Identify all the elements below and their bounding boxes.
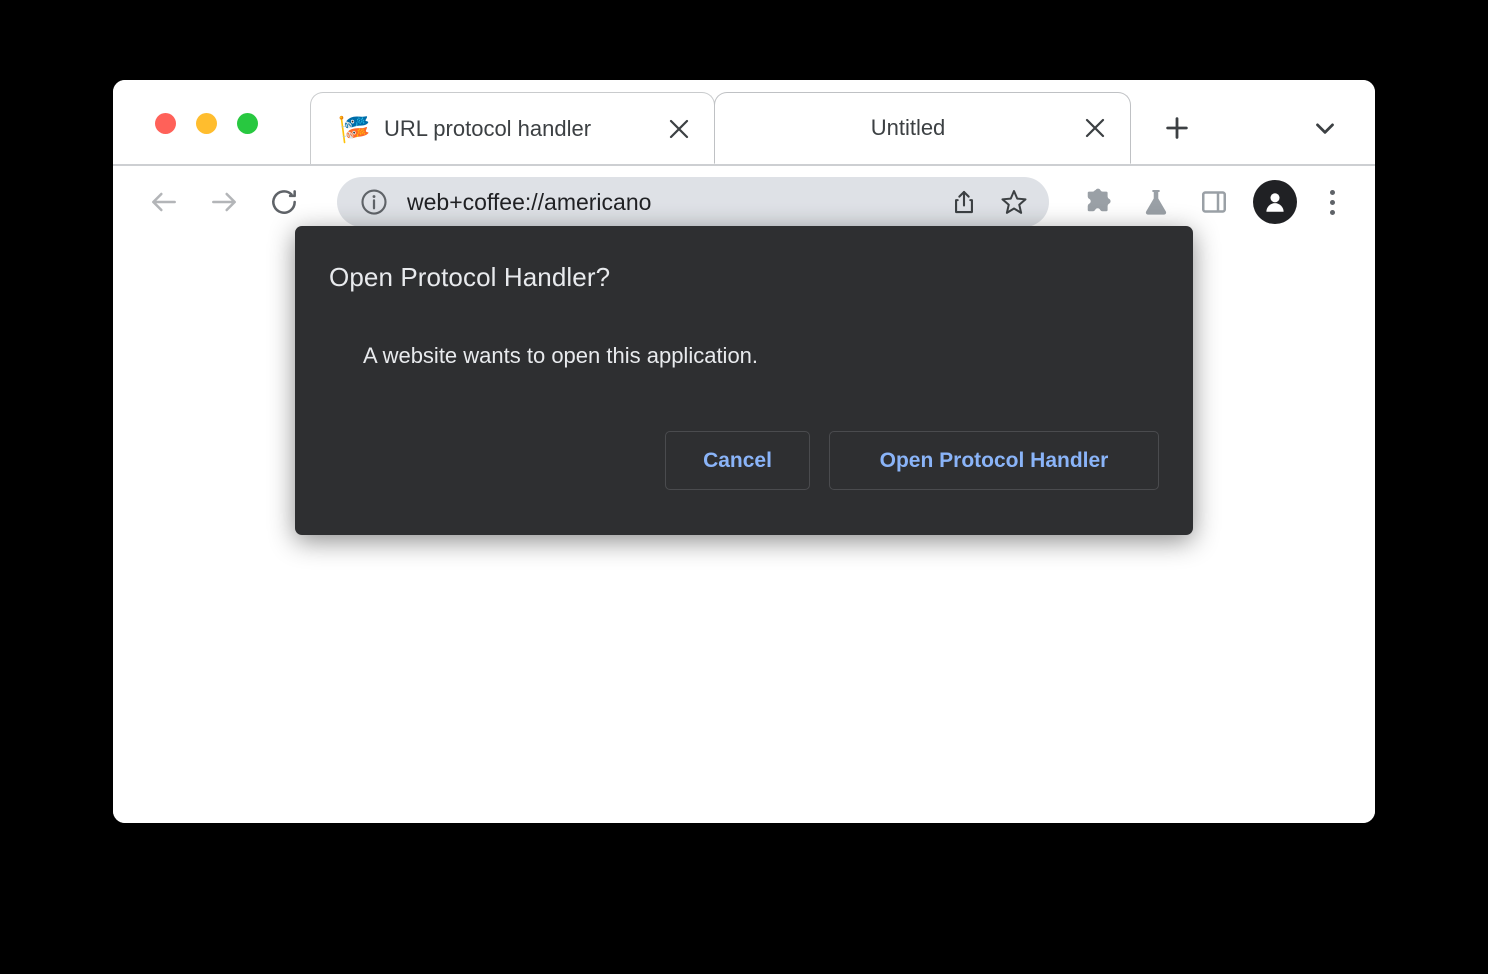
close-icon bbox=[1085, 118, 1105, 138]
close-tab-button[interactable] bbox=[658, 108, 700, 150]
back-button[interactable] bbox=[139, 177, 189, 227]
window-controls bbox=[155, 113, 258, 134]
tab-url-protocol-handler[interactable]: 🎏 URL protocol handler bbox=[310, 92, 715, 164]
address-bar[interactable]: web+coffee://americano bbox=[337, 177, 1049, 227]
reload-icon bbox=[272, 190, 296, 214]
close-tab-button[interactable] bbox=[1074, 107, 1116, 149]
star-icon bbox=[1001, 190, 1027, 214]
experiments-button[interactable] bbox=[1131, 177, 1181, 227]
chrome-menu-button[interactable] bbox=[1309, 177, 1355, 227]
puzzle-piece-icon bbox=[1087, 188, 1111, 212]
menu-dot bbox=[1329, 209, 1335, 215]
dialog-title: Open Protocol Handler? bbox=[329, 262, 611, 292]
chevron-down-icon bbox=[1316, 123, 1334, 134]
extensions-button[interactable] bbox=[1073, 177, 1123, 227]
share-icon bbox=[955, 190, 973, 214]
tab-title: URL protocol handler bbox=[384, 115, 592, 141]
side-panel-button[interactable] bbox=[1189, 177, 1239, 227]
tab-title: Untitled bbox=[870, 115, 946, 140]
new-tab-button[interactable] bbox=[1153, 104, 1201, 152]
menu-dot bbox=[1329, 189, 1335, 195]
menu-dot bbox=[1329, 199, 1335, 205]
info-circle-icon-glyph bbox=[361, 189, 387, 215]
cancel-button[interactable]: Cancel bbox=[665, 431, 810, 490]
flask-icon bbox=[1145, 190, 1167, 215]
protocol-handler-dialog: Open Protocol Handler? A website wants t… bbox=[295, 226, 1193, 535]
profile-avatar[interactable] bbox=[1253, 180, 1297, 224]
tab-search-button[interactable] bbox=[1301, 104, 1349, 152]
maximize-window-button[interactable] bbox=[237, 113, 258, 134]
dialog-message: A website wants to open this application… bbox=[363, 343, 759, 368]
tab-strip: 🎏 URL protocol handler Untitled bbox=[113, 80, 1375, 164]
open-protocol-handler-button[interactable]: Open Protocol Handler bbox=[829, 431, 1159, 490]
share-button[interactable] bbox=[941, 179, 987, 225]
tab-list: 🎏 URL protocol handler Untitled bbox=[310, 92, 1201, 164]
minimize-window-button[interactable] bbox=[196, 113, 217, 134]
close-icon bbox=[669, 119, 689, 138]
bookmark-button[interactable] bbox=[991, 179, 1037, 225]
arrow-right-icon bbox=[212, 192, 236, 212]
info-circle-icon[interactable] bbox=[359, 187, 389, 217]
url-text: web+coffee://americano bbox=[407, 188, 652, 215]
screenshot-root: 🎏 URL protocol handler Untitled web+coff… bbox=[0, 0, 1488, 974]
close-window-button[interactable] bbox=[155, 113, 176, 134]
tab-untitled[interactable]: Untitled bbox=[714, 92, 1131, 164]
plus-icon bbox=[1166, 117, 1188, 139]
reload-button[interactable] bbox=[259, 177, 309, 227]
person-icon bbox=[1266, 193, 1284, 212]
dialog-button-row: Cancel Open Protocol Handler bbox=[665, 431, 1159, 490]
carp-streamer-favicon: 🎏 bbox=[338, 113, 371, 144]
arrow-left-icon bbox=[152, 192, 176, 212]
side-panel-icon bbox=[1202, 191, 1227, 213]
forward-button[interactable] bbox=[199, 177, 249, 227]
